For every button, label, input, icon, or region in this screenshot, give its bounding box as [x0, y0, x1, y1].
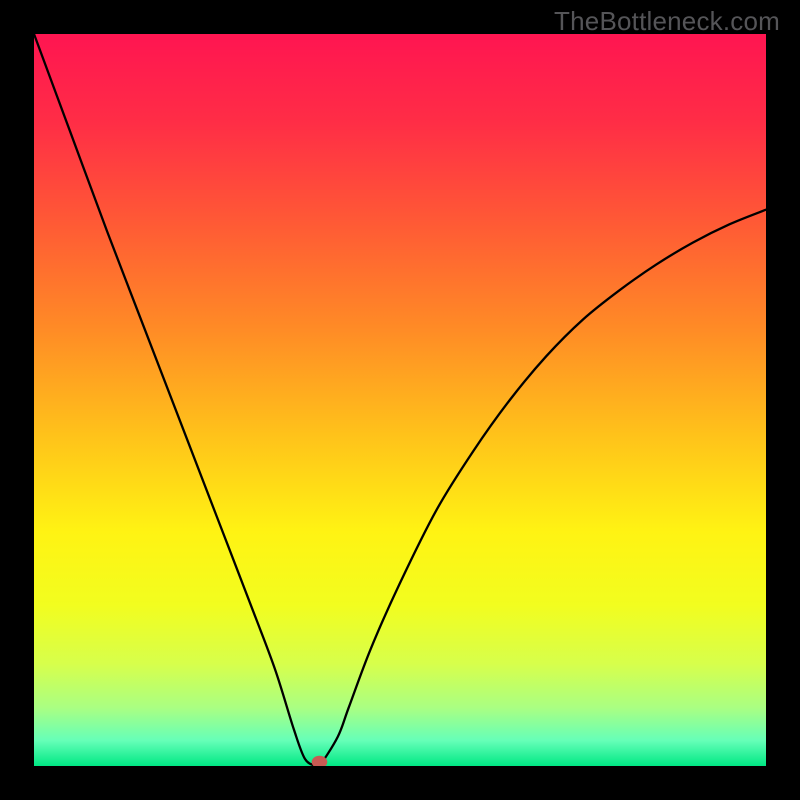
- chart-svg: [34, 34, 766, 766]
- chart-frame: TheBottleneck.com: [0, 0, 800, 800]
- watermark-text: TheBottleneck.com: [554, 6, 780, 37]
- gradient-background: [34, 34, 766, 766]
- plot-area: [34, 34, 766, 766]
